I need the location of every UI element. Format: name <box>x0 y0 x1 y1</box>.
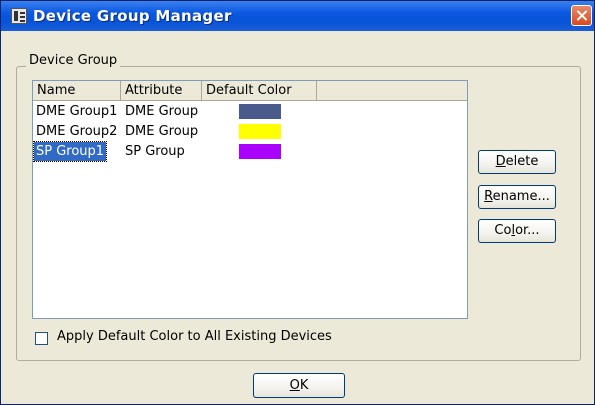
column-header-name[interactable]: Name <box>33 81 121 101</box>
column-header-attribute[interactable]: Attribute <box>121 81 202 101</box>
column-header-default-color[interactable]: Default Color <box>202 81 317 101</box>
list-item[interactable]: SP Group1 SP Group <box>33 141 467 162</box>
color-swatch <box>239 144 281 159</box>
apply-default-color-checkbox[interactable] <box>35 332 48 345</box>
apply-default-color-label: Apply Default Color to All Existing Devi… <box>57 329 332 344</box>
group-name: DME Group2 <box>36 124 118 139</box>
close-button[interactable] <box>571 5 592 26</box>
list-header: Name Attribute Default Color <box>33 81 467 102</box>
device-group-list[interactable]: Name Attribute Default Color DME Group1 … <box>32 80 468 319</box>
group-name: DME Group1 <box>36 104 118 119</box>
color-button[interactable]: Color... <box>478 219 556 243</box>
group-attribute: DME Group <box>125 104 199 119</box>
color-swatch <box>239 104 281 119</box>
color-swatch <box>239 124 281 139</box>
list-item[interactable]: DME Group2 DME Group <box>33 122 467 142</box>
app-icon <box>11 8 27 24</box>
list-item[interactable]: DME Group1 DME Group <box>33 102 467 122</box>
group-attribute: SP Group <box>125 144 185 159</box>
group-name: SP Group1 <box>33 141 108 162</box>
rename-button[interactable]: Rename... <box>478 185 556 209</box>
device-group-manager-dialog: Device Group Manager Device Group Name A… <box>0 0 595 405</box>
window-title: Device Group Manager <box>33 7 232 25</box>
ok-button[interactable]: OK <box>253 373 345 398</box>
delete-button[interactable]: Delete <box>478 150 556 174</box>
group-attribute: DME Group <box>125 124 199 139</box>
column-header-filler <box>317 81 467 101</box>
title-bar[interactable]: Device Group Manager <box>1 1 594 31</box>
device-group-label: Device Group <box>26 53 121 68</box>
